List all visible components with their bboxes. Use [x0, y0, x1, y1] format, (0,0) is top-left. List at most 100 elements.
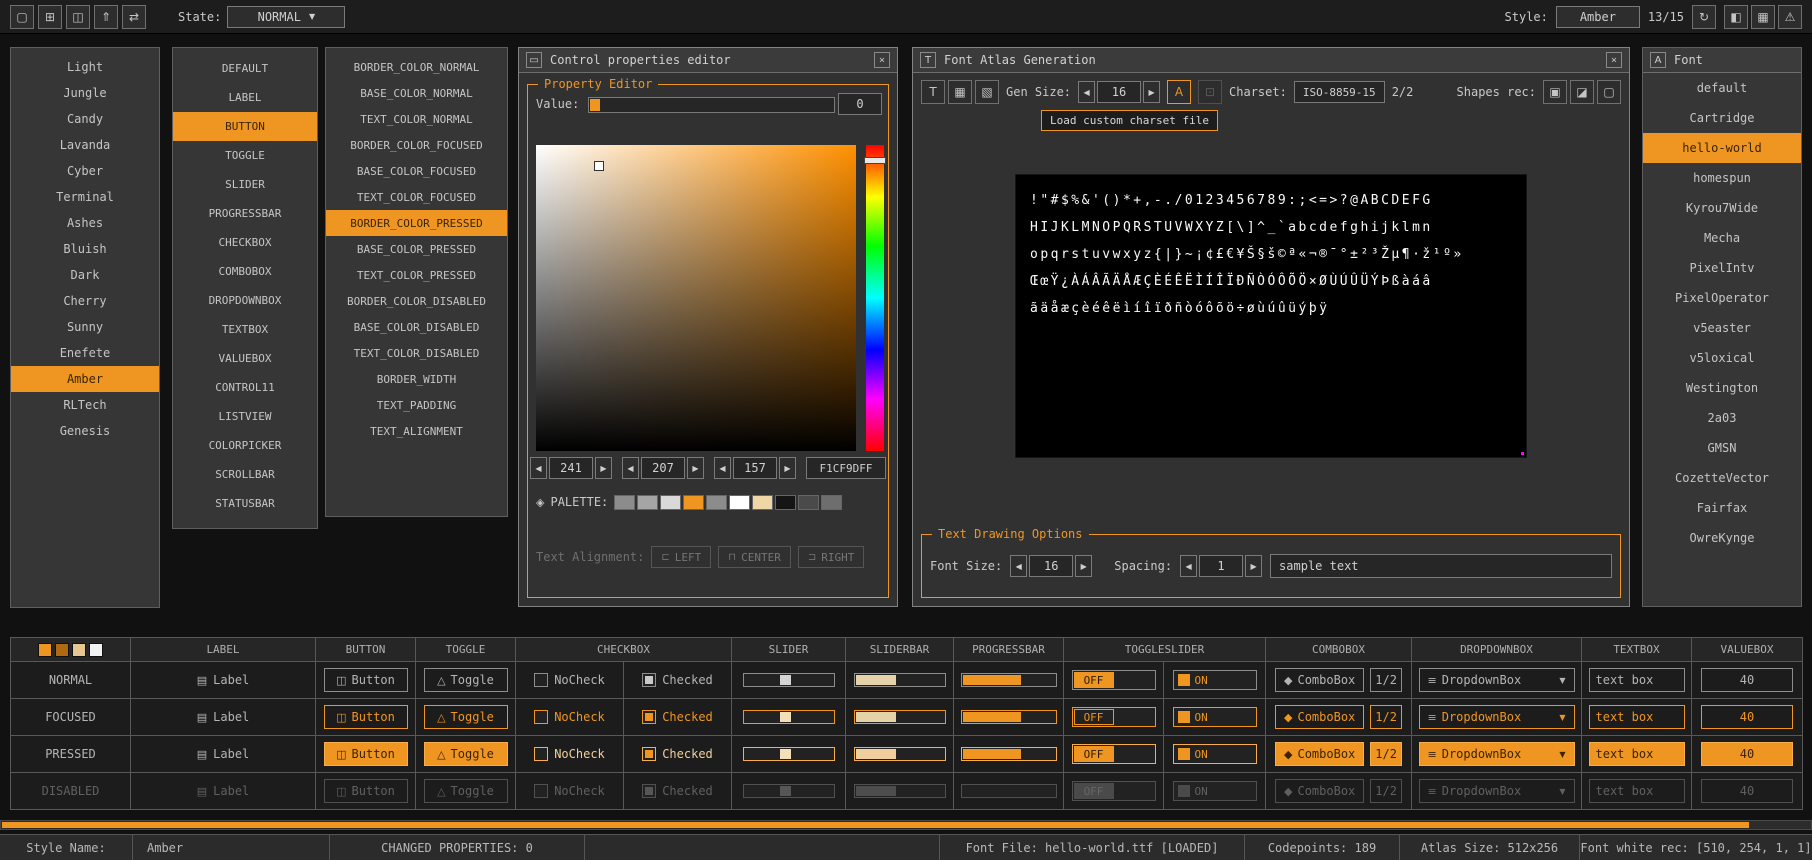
value-box[interactable]: 0	[838, 93, 882, 115]
font-size-value[interactable]: 16	[1029, 555, 1073, 577]
toggle-preview-pressed[interactable]: △Toggle	[424, 742, 508, 766]
property-item-base-color-disabled[interactable]: BASE_COLOR_DISABLED	[326, 314, 507, 340]
property-item-base-color-focused[interactable]: BASE_COLOR_FOCUSED	[326, 158, 507, 184]
font-text-check-button[interactable]: T	[921, 80, 945, 104]
scrollbar-thumb[interactable]	[2, 822, 1749, 828]
checkbox-checked-icon[interactable]	[642, 784, 656, 798]
new-style-button[interactable]: ▢	[10, 5, 34, 29]
palette-swatch[interactable]	[775, 495, 796, 510]
font-item-homespun[interactable]: homespun	[1643, 163, 1801, 193]
style-item-cherry[interactable]: Cherry	[11, 288, 159, 314]
button-preview-disabled[interactable]: ◫Button	[324, 779, 408, 803]
progressbar-preview-normal[interactable]	[961, 673, 1057, 687]
valuebox-preview-normal[interactable]: 40	[1701, 668, 1793, 692]
gen-size-decrease-button[interactable]: ◀	[1078, 81, 1095, 103]
combobox-count-button[interactable]: 1/2	[1370, 742, 1402, 766]
control-item-control11[interactable]: CONTROL11	[173, 373, 317, 402]
palette-swatch[interactable]	[706, 495, 727, 510]
slider-preview-disabled[interactable]	[743, 784, 835, 798]
style-item-ashes[interactable]: Ashes	[11, 210, 159, 236]
hex-color-value[interactable]: F1CF9DFF	[806, 457, 886, 479]
align-center-button[interactable]: ⊓CENTER	[718, 546, 791, 568]
close-icon[interactable]: ×	[1606, 52, 1622, 68]
combobox-count-button[interactable]: 1/2	[1370, 668, 1402, 692]
font-item-kyrou7wide[interactable]: Kyrou7Wide	[1643, 193, 1801, 223]
font-item-cartridge[interactable]: Cartridge	[1643, 103, 1801, 133]
style-item-amber[interactable]: Amber	[11, 366, 159, 392]
checkbox-checked-icon[interactable]	[642, 710, 656, 724]
sliderbar-preview-normal[interactable]	[854, 673, 946, 687]
textbox-preview-focused[interactable]: text box	[1589, 705, 1685, 729]
toggle-preview-focused[interactable]: △Toggle	[424, 705, 508, 729]
font-atlas-preview[interactable]: !"#$%&'()*+,-./0123456789:;<=>?@ABCDEFGH…	[1015, 174, 1527, 458]
property-item-text-color-pressed[interactable]: TEXT_COLOR_PRESSED	[326, 262, 507, 288]
progressbar-preview-focused[interactable]	[961, 710, 1057, 724]
value-slider[interactable]	[588, 97, 835, 113]
toggleslider-off-preview-disabled[interactable]: OFF	[1072, 781, 1156, 801]
hue-slider[interactable]	[866, 145, 884, 451]
spinner-value[interactable]: 241	[549, 457, 593, 479]
shapes-rec-fill-button[interactable]: ◪	[1570, 80, 1594, 104]
atlas-preview-button[interactable]: ▦	[948, 80, 972, 104]
toggleslider-off-preview-pressed[interactable]: OFF	[1072, 744, 1156, 764]
combobox-preview-normal[interactable]: ◆ComboBox	[1275, 668, 1364, 692]
property-item-border-color-pressed[interactable]: BORDER_COLOR_PRESSED	[326, 210, 507, 236]
palette-swatch[interactable]	[729, 495, 750, 510]
checkbox-icon[interactable]	[534, 747, 548, 761]
font-item-owrekynge[interactable]: OwreKynge	[1643, 523, 1801, 553]
toggleslider-on-preview-disabled[interactable]: ON	[1173, 781, 1257, 801]
button-preview-focused[interactable]: ◫Button	[324, 705, 408, 729]
button-preview-normal[interactable]: ◫Button	[324, 668, 408, 692]
color-picker-cursor[interactable]	[594, 161, 604, 171]
gen-size-value[interactable]: 16	[1097, 81, 1141, 103]
load-charset-button[interactable]: A	[1167, 80, 1191, 104]
screen-mode-button[interactable]: ◧	[1724, 5, 1748, 29]
spacing-value[interactable]: 1	[1199, 555, 1243, 577]
spinner-value[interactable]: 157	[733, 457, 777, 479]
control-item-progressbar[interactable]: PROGRESSBAR	[173, 199, 317, 228]
dropdownbox-preview-normal[interactable]: ≡DropdownBox▼	[1419, 668, 1575, 692]
spinner-decrease-button[interactable]: ◀	[622, 457, 639, 479]
toggleslider-off-preview-focused[interactable]: OFF	[1072, 707, 1156, 727]
combobox-count-button[interactable]: 1/2	[1370, 779, 1402, 803]
combobox-preview-pressed[interactable]: ◆ComboBox	[1275, 742, 1364, 766]
property-item-text-alignment[interactable]: TEXT_ALIGNMENT	[326, 418, 507, 444]
align-left-button[interactable]: ⊏LEFT	[651, 546, 711, 568]
control-item-statusbar[interactable]: STATUSBAR	[173, 489, 317, 518]
color-saturation-value-picker[interactable]	[536, 145, 856, 451]
font-item-cozettevector[interactable]: CozetteVector	[1643, 463, 1801, 493]
palette-swatch[interactable]	[752, 495, 773, 510]
toggleslider-on-preview-focused[interactable]: ON	[1173, 707, 1257, 727]
font-item-pixelintv[interactable]: PixelIntv	[1643, 253, 1801, 283]
font-item-v5easter[interactable]: v5easter	[1643, 313, 1801, 343]
font-item-westington[interactable]: Westington	[1643, 373, 1801, 403]
reload-style-button[interactable]: ↻	[1692, 5, 1716, 29]
property-item-border-color-normal[interactable]: BORDER_COLOR_NORMAL	[326, 54, 507, 80]
toggle-preview-normal[interactable]: △Toggle	[424, 668, 508, 692]
textbox-preview-normal[interactable]: text box	[1589, 668, 1685, 692]
spacing-decrease-button[interactable]: ◀	[1180, 555, 1197, 577]
close-icon[interactable]: ×	[874, 52, 890, 68]
property-item-base-color-normal[interactable]: BASE_COLOR_NORMAL	[326, 80, 507, 106]
random-style-button[interactable]: ⇄	[122, 5, 146, 29]
font-item-2a03[interactable]: 2a03	[1643, 403, 1801, 433]
toggleslider-on-preview-normal[interactable]: ON	[1173, 670, 1257, 690]
control-item-default[interactable]: DEFAULT	[173, 54, 317, 83]
grid-mode-button[interactable]: ▦	[1751, 5, 1775, 29]
control-item-valuebox[interactable]: VALUEBOX	[173, 344, 317, 373]
toggleslider-on-preview-pressed[interactable]: ON	[1173, 744, 1257, 764]
font-item-hello-world[interactable]: hello-world	[1643, 133, 1801, 163]
combobox-preview-disabled[interactable]: ◆ComboBox	[1275, 779, 1364, 803]
control-item-colorpicker[interactable]: COLORPICKER	[173, 431, 317, 460]
atlas-window-titlebar[interactable]: T Font Atlas Generation ×	[913, 48, 1629, 73]
spinner-decrease-button[interactable]: ◀	[530, 457, 547, 479]
spinner-value[interactable]: 207	[641, 457, 685, 479]
state-dropdown[interactable]: NORMAL ▼	[227, 6, 345, 28]
spinner-increase-button[interactable]: ▶	[595, 457, 612, 479]
spinner-increase-button[interactable]: ▶	[687, 457, 704, 479]
control-item-button[interactable]: BUTTON	[173, 112, 317, 141]
font-item-v5loxical[interactable]: v5loxical	[1643, 343, 1801, 373]
shapes-rec-white-button[interactable]: ▣	[1543, 80, 1567, 104]
palette-swatch[interactable]	[614, 495, 635, 510]
export-style-button[interactable]: ⇑	[94, 5, 118, 29]
